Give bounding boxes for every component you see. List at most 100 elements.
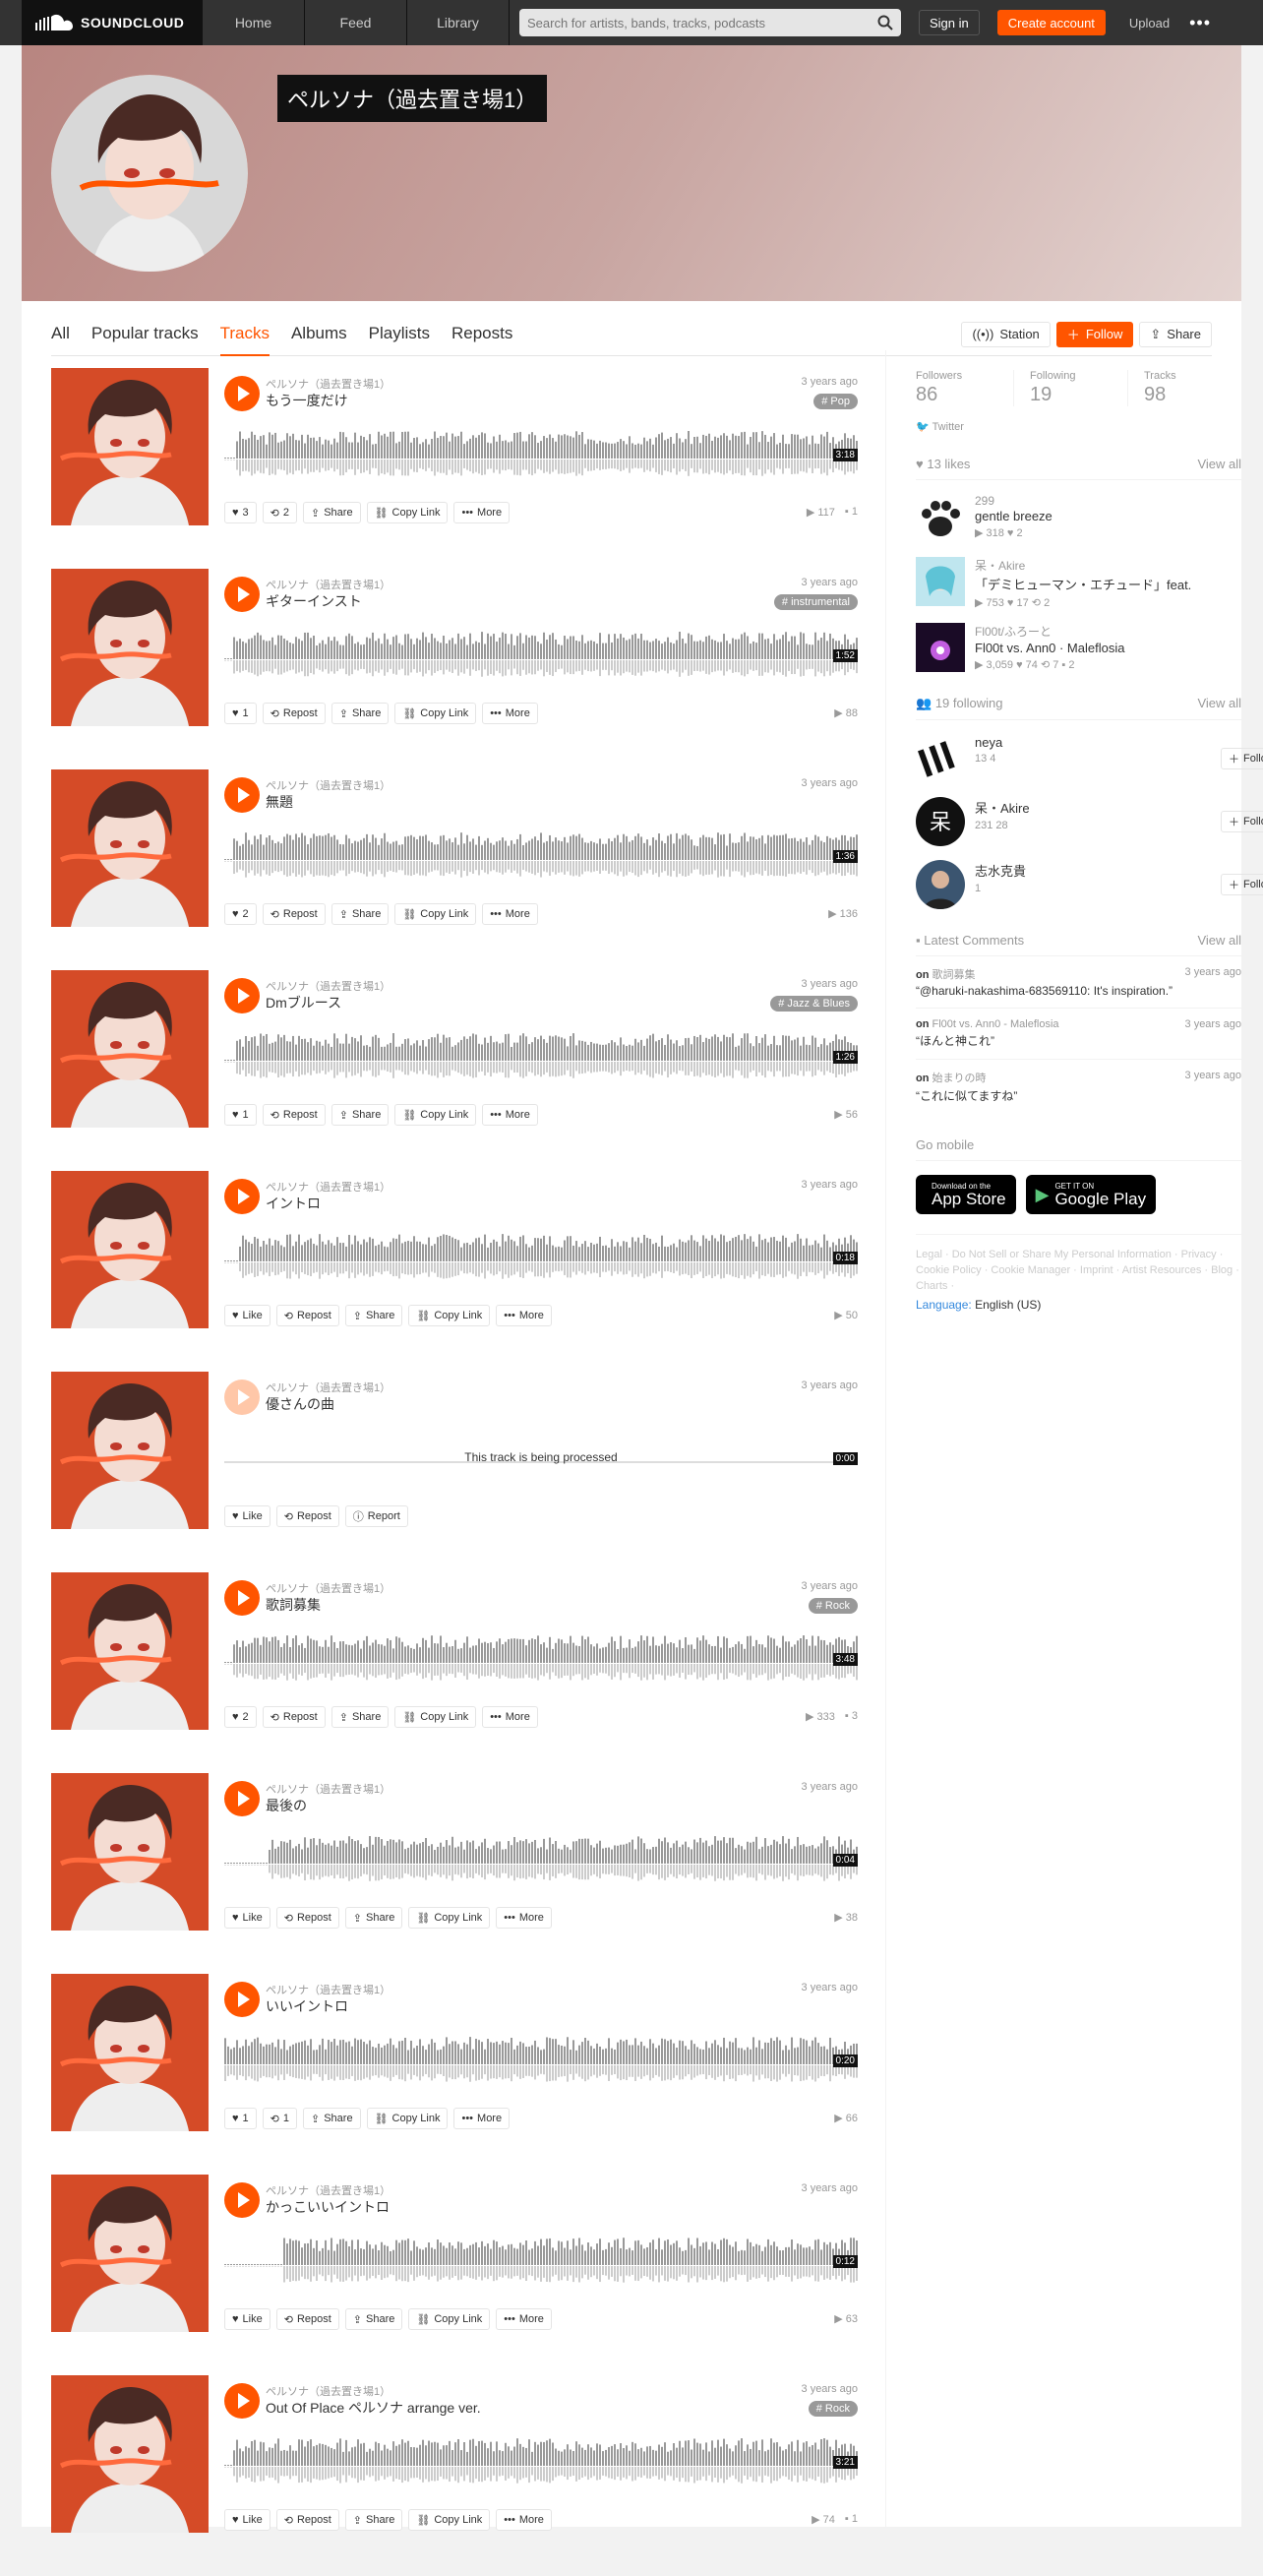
station-button[interactable]: ((•)) Station	[961, 321, 1051, 347]
track-title[interactable]: かっこいいイントロ	[266, 2197, 390, 2217]
liked-track[interactable]: 呆・Akire 「デミヒューマン・エチュード」feat. ▶ 753 ♥ 17 ⟲ …	[916, 557, 1241, 609]
track-uploader[interactable]: ペルソナ（過去置き場1）	[266, 978, 391, 994]
liked-track[interactable]: 299 gentle breeze ▶ 318 ♥ 2	[916, 494, 1241, 543]
waveform[interactable]	[224, 1021, 858, 1084]
play-button[interactable]	[224, 1580, 260, 1616]
copy-link-button[interactable]: ⛓ Copy Link	[366, 2108, 449, 2129]
copy-link-button[interactable]: ⛓ Copy Link	[408, 2509, 491, 2531]
play-button[interactable]	[224, 376, 260, 411]
repost-button[interactable]: ⟲ Repost	[262, 703, 326, 724]
like-button[interactable]: ♥ 1	[224, 703, 257, 724]
track-artwork[interactable]	[51, 2375, 209, 2533]
share-track-button[interactable]: ⇪ Share	[331, 903, 390, 925]
follow-user-button[interactable]: ＋ Follow	[1221, 748, 1263, 769]
track-artwork[interactable]	[51, 1773, 209, 1931]
track-artwork[interactable]	[51, 769, 209, 927]
tab-tracks[interactable]: Tracks	[219, 313, 270, 356]
tab-all[interactable]: All	[51, 313, 70, 356]
liked-title[interactable]: gentle breeze	[975, 509, 1211, 523]
track-title[interactable]: 歌詞募集	[266, 1595, 321, 1615]
track-uploader[interactable]: ペルソナ（過去置き場1）	[266, 1781, 391, 1797]
tracks-stat[interactable]: Tracks 98	[1128, 370, 1241, 406]
track-uploader[interactable]: ペルソナ（過去置き場1）	[266, 1982, 391, 1997]
comment-track[interactable]: Fl00t vs. Ann0 - Maleflosia	[932, 1018, 1059, 1030]
comments-stat[interactable]: ▪ 1	[845, 506, 858, 519]
share-track-button[interactable]: ⇪ Share	[344, 1907, 403, 1929]
tab-reposts[interactable]: Reposts	[451, 313, 512, 356]
waveform[interactable]	[224, 2025, 858, 2088]
waveform[interactable]	[224, 1824, 858, 1887]
report-button[interactable]: ⓘ Report	[344, 1505, 408, 1527]
search-icon[interactable]	[877, 15, 893, 31]
piano-avatar[interactable]	[916, 734, 965, 783]
waveform[interactable]	[224, 821, 858, 884]
like-button[interactable]: ♥ Like	[224, 1907, 271, 1929]
following-name[interactable]: 志水克貴	[975, 861, 1211, 880]
share-track-button[interactable]: ⇪ Share	[331, 1104, 390, 1126]
liked-track[interactable]: Fl00t/ふろーと Fl00t vs. Ann0 · Maleflosia ▶ 3…	[916, 623, 1241, 672]
track-uploader[interactable]: ペルソナ（過去置き場1）	[266, 1580, 391, 1596]
follow-button[interactable]: ＋ Follow	[1055, 321, 1134, 347]
repost-button[interactable]: ⟲ Repost	[275, 1505, 339, 1527]
repost-button[interactable]: ⟲ Repost	[262, 1706, 326, 1728]
following-name[interactable]: neya	[975, 735, 1211, 750]
track-artwork[interactable]	[51, 1171, 209, 1328]
more-button[interactable]: ••• More	[496, 1305, 552, 1326]
like-button[interactable]: ♥ 1	[224, 1104, 257, 1126]
share-track-button[interactable]: ⇪ Share	[344, 2308, 403, 2330]
share-track-button[interactable]: ⇪ Share	[303, 502, 361, 523]
nav-library[interactable]: Library	[407, 0, 510, 45]
nav-feed[interactable]: Feed	[305, 0, 407, 45]
copy-link-button[interactable]: ⛓ Copy Link	[394, 903, 477, 925]
genre-tag[interactable]: # Rock	[808, 1598, 858, 1614]
more-button[interactable]: ••• More	[482, 1104, 538, 1126]
following-name[interactable]: 呆・Akire	[975, 798, 1211, 817]
track-artwork[interactable]	[51, 368, 209, 525]
more-button[interactable]: ••• More	[496, 2509, 552, 2531]
like-button[interactable]: ♥ Like	[224, 2308, 271, 2330]
comments-stat[interactable]: ▪ 1	[845, 2513, 858, 2526]
liked-artist[interactable]: Fl00t/ふろーと	[975, 623, 1211, 640]
track-uploader[interactable]: ペルソナ（過去置き場1）	[266, 777, 391, 793]
likes-view-all[interactable]: View all	[1197, 457, 1241, 471]
following-stat[interactable]: Following 19	[1014, 370, 1128, 406]
more-menu-button[interactable]: •••	[1189, 13, 1211, 33]
repost-button[interactable]: ⟲ Repost	[262, 1104, 326, 1126]
waveform[interactable]	[224, 1624, 858, 1687]
comments-view-all[interactable]: View all	[1197, 933, 1241, 948]
more-button[interactable]: ••• More	[482, 1706, 538, 1728]
genre-tag[interactable]: # instrumental	[773, 594, 858, 610]
create-account-button[interactable]: Create account	[996, 10, 1106, 35]
like-button[interactable]: ♥ 2	[224, 1706, 257, 1728]
comment-track[interactable]: 始まりの時	[932, 1073, 987, 1084]
copy-link-button[interactable]: ⛓ Copy Link	[366, 502, 449, 523]
repost-button[interactable]: ⟲ Repost	[275, 1305, 339, 1326]
track-title[interactable]: 無題	[266, 792, 293, 812]
play-button[interactable]	[224, 1982, 260, 2017]
more-button[interactable]: ••• More	[482, 903, 538, 925]
track-artwork[interactable]	[51, 2175, 209, 2332]
like-button[interactable]: ♥ Like	[224, 1505, 271, 1527]
search-input[interactable]	[527, 15, 877, 31]
waveform[interactable]	[224, 2226, 858, 2289]
tab-popular-tracks[interactable]: Popular tracks	[91, 313, 199, 356]
share-track-button[interactable]: ⇪ Share	[344, 1305, 403, 1326]
like-button[interactable]: ♥ 3	[224, 502, 257, 523]
photo-avatar[interactable]	[916, 860, 965, 909]
language-selector[interactable]: Language: English (US)	[916, 1298, 1241, 1312]
copy-link-button[interactable]: ⛓ Copy Link	[408, 2308, 491, 2330]
play-button[interactable]	[224, 1781, 260, 1816]
repost-button[interactable]: ⟲ Repost	[275, 1907, 339, 1929]
follow-user-button[interactable]: ＋ Follow	[1221, 811, 1263, 832]
play-button[interactable]	[224, 1179, 260, 1214]
kanji-avatar[interactable]: 呆	[916, 797, 965, 846]
profile-avatar[interactable]	[51, 75, 248, 272]
track-artwork[interactable]	[51, 1974, 209, 2131]
upload-link[interactable]: Upload	[1129, 16, 1170, 31]
follow-user-button[interactable]: ＋ Follow	[1221, 874, 1263, 895]
track-uploader[interactable]: ペルソナ（過去置き場1）	[266, 1380, 391, 1395]
copy-link-button[interactable]: ⛓ Copy Link	[408, 1305, 491, 1326]
copy-link-button[interactable]: ⛓ Copy Link	[394, 1706, 477, 1728]
play-button[interactable]	[224, 2182, 260, 2218]
like-button[interactable]: ♥ Like	[224, 2509, 271, 2531]
